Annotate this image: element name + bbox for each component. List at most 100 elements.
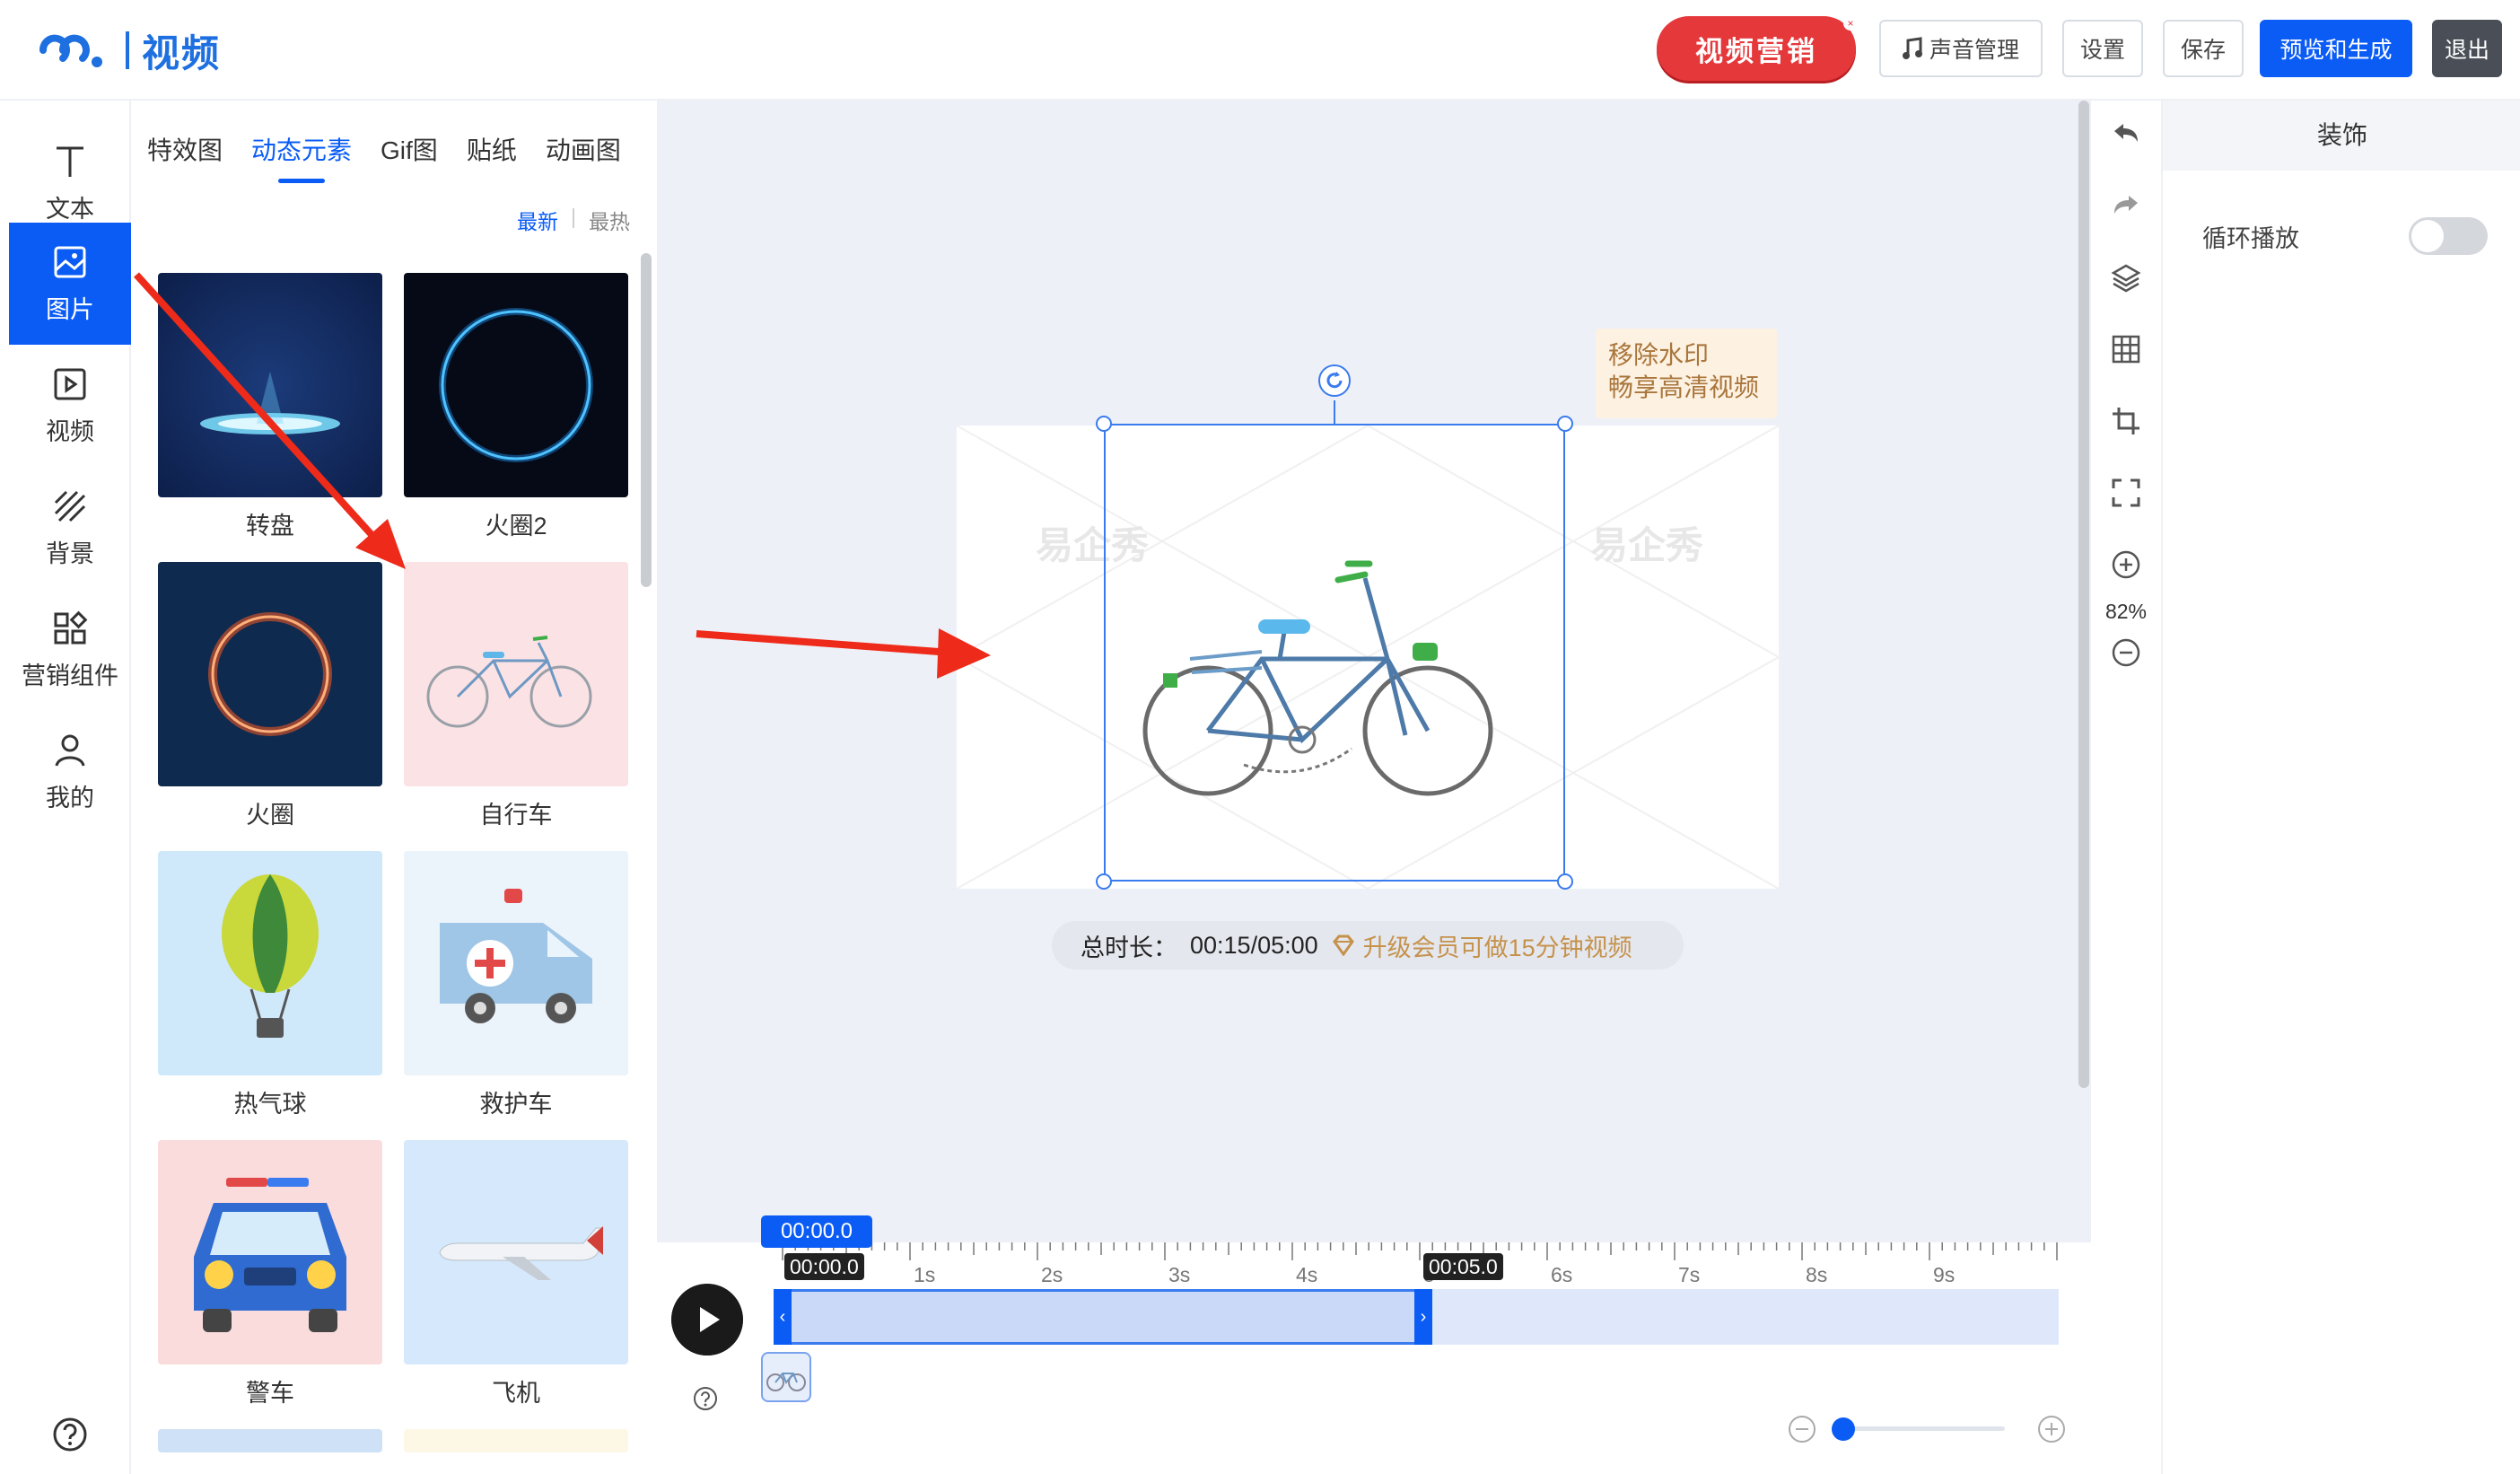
- promo-close-icon[interactable]: ×: [1843, 16, 1858, 31]
- timeline-zoom-knob[interactable]: [1832, 1417, 1855, 1441]
- sort-divider: |: [571, 205, 576, 228]
- tool-strip: 82%: [2091, 101, 2161, 1474]
- asset-partial[interactable]: [404, 1429, 628, 1452]
- video-marketing-button[interactable]: 视频营销: [1657, 16, 1856, 81]
- help-icon[interactable]: [52, 1417, 88, 1452]
- nav-video-label: 视频: [46, 417, 94, 445]
- video-icon: [54, 368, 86, 399]
- tab-dynamic-elements[interactable]: 动态元素: [251, 131, 352, 183]
- asset-scrollbar[interactable]: [641, 253, 652, 587]
- asset-label: 自行车: [479, 802, 553, 829]
- sort-hot[interactable]: 最热: [589, 205, 630, 235]
- asset-ambulance[interactable]: [404, 851, 628, 1075]
- ruler-label: 9s: [1933, 1263, 1955, 1286]
- resize-handle-br[interactable]: [1557, 873, 1573, 890]
- save-button[interactable]: 保存: [2163, 20, 2244, 77]
- logo-text: 视频: [142, 31, 222, 75]
- sound-manage-button[interactable]: 声音管理: [1879, 20, 2043, 77]
- playhead-time[interactable]: 00:00.0: [761, 1215, 872, 1248]
- airplane-thumbnail: [404, 1140, 628, 1364]
- fullscreen-icon[interactable]: [2111, 478, 2141, 508]
- asset-label: 警车: [246, 1380, 294, 1407]
- nav-mine[interactable]: 我的: [9, 711, 131, 833]
- clip-right-grip[interactable]: ›: [1414, 1289, 1432, 1345]
- asset-label: 热气球: [233, 1091, 307, 1118]
- asset-police-car[interactable]: [158, 1140, 382, 1364]
- timeline-zoom-out-icon[interactable]: [1789, 1416, 1816, 1443]
- bicycle-thumbnail: [404, 562, 628, 786]
- exit-label: 退出: [2444, 38, 2489, 63]
- asset-fire-ring-2[interactable]: [404, 273, 628, 497]
- rotate-connector: [1334, 400, 1335, 426]
- sort-latest[interactable]: 最新: [517, 205, 558, 235]
- timeline-zoom-in-icon[interactable]: [2038, 1416, 2065, 1443]
- clip-thumbnail[interactable]: [761, 1352, 811, 1402]
- duration-label: 总时长：: [1081, 934, 1177, 961]
- upgrade-link[interactable]: 升级会员可做15分钟视频: [1331, 928, 1632, 963]
- fire-ring-thumbnail: [158, 562, 382, 786]
- tab-gif[interactable]: Gif图: [381, 131, 438, 167]
- video-marketing-label: 视频营销: [1695, 35, 1817, 67]
- timeline-zoom-track[interactable]: [1843, 1426, 2005, 1431]
- tab-effects[interactable]: 特效图: [147, 131, 223, 167]
- layers-icon[interactable]: [2111, 262, 2141, 293]
- ruler-label: 6s: [1551, 1263, 1572, 1286]
- asset-hot-air-balloon[interactable]: [158, 851, 382, 1075]
- turntable-thumbnail: [158, 273, 382, 497]
- zoom-in-icon[interactable]: [2111, 549, 2141, 580]
- zoom-level: 82%: [2104, 600, 2148, 623]
- timeline-clip[interactable]: [775, 1289, 1432, 1345]
- asset-panel: 特效图 动态元素 Gif图 贴纸 动画图 最新 | 最热 转盘 火圈2 火圈 自…: [133, 101, 655, 1474]
- logo-mark-icon: [39, 34, 102, 67]
- timeline-help-icon[interactable]: [693, 1386, 718, 1411]
- clip-left-grip[interactable]: ‹: [774, 1289, 792, 1345]
- remove-watermark-banner[interactable]: 移除水印 畅享高清视频: [1596, 329, 1777, 418]
- tab-animations[interactable]: 动画图: [546, 131, 621, 167]
- ruler-label: 7s: [1678, 1263, 1700, 1286]
- nav-marketing-widgets[interactable]: 营销组件: [9, 589, 131, 711]
- app-logo[interactable]: 视频: [32, 23, 221, 77]
- resize-handle-bl[interactable]: [1096, 873, 1112, 890]
- nav-background[interactable]: 背景: [9, 467, 131, 589]
- user-icon: [55, 734, 85, 767]
- hot-air-balloon-thumbnail: [158, 851, 382, 1075]
- asset-turntable[interactable]: [158, 273, 382, 497]
- loop-label: 循环播放: [2202, 225, 2299, 252]
- rotate-handle-icon[interactable]: [1317, 363, 1352, 399]
- top-header: 视频 视频营销 × 声音管理 设置 保存 预览和生成 退出: [0, 0, 2520, 101]
- nav-text-label: 文本: [46, 195, 94, 223]
- canvas-watermark: 易企秀: [1590, 524, 1704, 566]
- resize-handle-tr[interactable]: [1557, 416, 1573, 432]
- nav-image[interactable]: 图片: [9, 223, 131, 345]
- redo-icon[interactable]: [2111, 190, 2141, 221]
- left-nav: 文本 图片 视频 背景 营销组件 我的: [9, 101, 131, 1474]
- asset-label: 救护车: [479, 1091, 553, 1118]
- image-icon: [54, 246, 86, 277]
- asset-partial[interactable]: [158, 1429, 382, 1452]
- timeline-ruler[interactable]: 1s2s3s4s56s7s8s9s10: [781, 1242, 2061, 1287]
- asset-bicycle[interactable]: [404, 562, 628, 786]
- clip-end-time: 00:05.0: [1423, 1253, 1503, 1280]
- nav-mine-label: 我的: [46, 784, 94, 812]
- zoom-out-icon[interactable]: [2111, 637, 2141, 668]
- crop-icon[interactable]: [2111, 406, 2141, 436]
- diamond-icon: [1332, 934, 1354, 956]
- ruler-label: 1s: [914, 1263, 935, 1286]
- duration-value: 00:15/05:00: [1190, 931, 1318, 959]
- asset-airplane[interactable]: [404, 1140, 628, 1364]
- exit-button[interactable]: 退出: [2432, 20, 2502, 77]
- asset-fire-ring[interactable]: [158, 562, 382, 786]
- play-button[interactable]: [671, 1284, 743, 1356]
- grid-icon[interactable]: [2111, 334, 2141, 364]
- selection-box[interactable]: [1104, 424, 1565, 882]
- loop-toggle[interactable]: [2409, 217, 2488, 255]
- preview-generate-button[interactable]: 预览和生成: [2260, 20, 2412, 77]
- resize-handle-tl[interactable]: [1096, 416, 1112, 432]
- undo-icon[interactable]: [2111, 118, 2141, 149]
- settings-button[interactable]: 设置: [2062, 20, 2143, 77]
- tab-stickers[interactable]: 贴纸: [467, 131, 517, 167]
- stage-scrollbar[interactable]: [2078, 101, 2089, 1088]
- sort-options: 最新 | 最热: [517, 205, 630, 235]
- save-label: 保存: [2180, 38, 2226, 63]
- nav-video[interactable]: 视频: [9, 345, 131, 467]
